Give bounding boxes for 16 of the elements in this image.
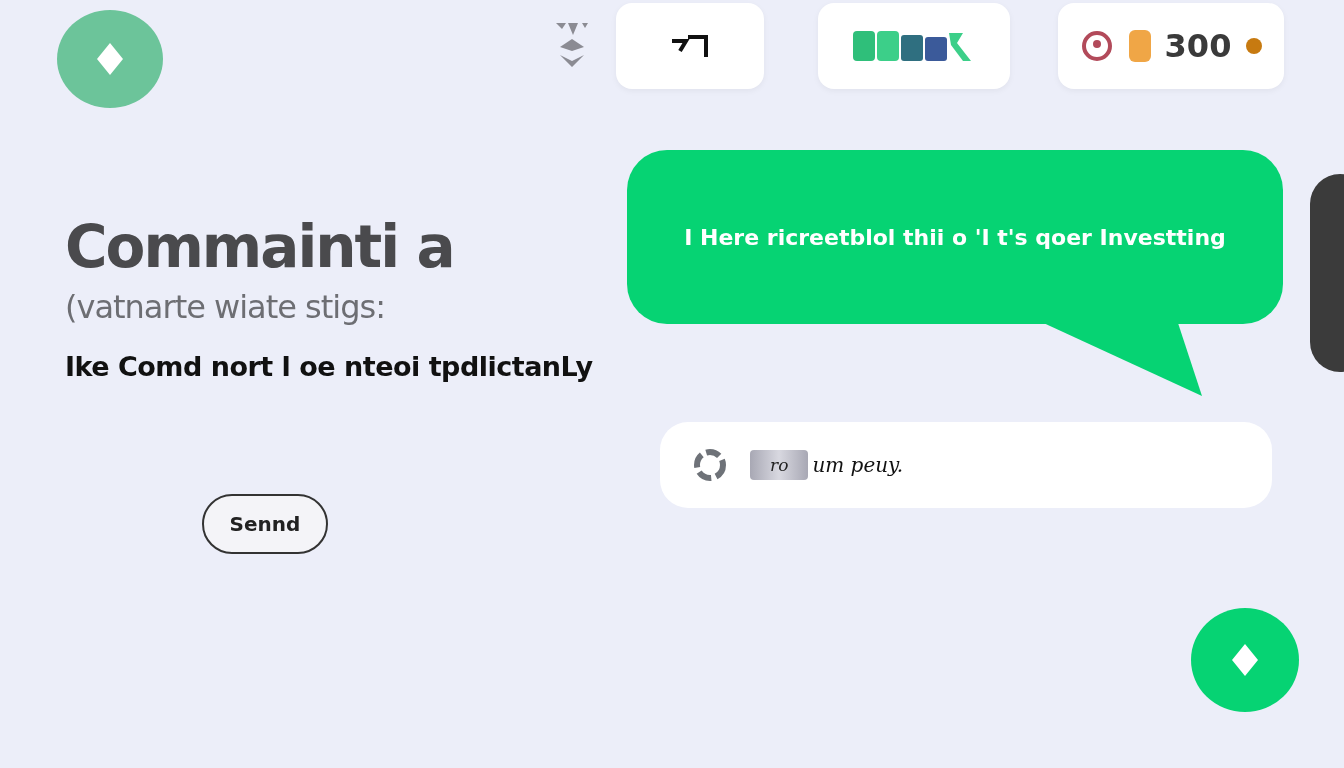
attachment-icon xyxy=(692,447,728,483)
page-title: Commainti a xyxy=(65,218,454,276)
input-text: um peuy. xyxy=(812,453,904,477)
page-subtitle: (vatnarte wiate stigs: xyxy=(65,288,385,326)
balance-amount: 300 xyxy=(1164,27,1232,65)
diamond-icon xyxy=(97,43,123,75)
token-icon xyxy=(1128,30,1151,62)
balance-card[interactable]: 300 xyxy=(1058,3,1284,89)
shortcut-card[interactable] xyxy=(616,3,764,89)
message-input[interactable]: ro um peuy. xyxy=(660,422,1272,508)
logo-card[interactable] xyxy=(818,3,1010,89)
description-text: Ike Comd nort l oe nteoi tpdlictanLy xyxy=(65,350,594,384)
flower-icon xyxy=(1245,37,1264,55)
diamond-icon xyxy=(1232,644,1258,676)
tag-chip: ro xyxy=(750,450,809,480)
send-button[interactable]: Sennd xyxy=(202,493,328,554)
